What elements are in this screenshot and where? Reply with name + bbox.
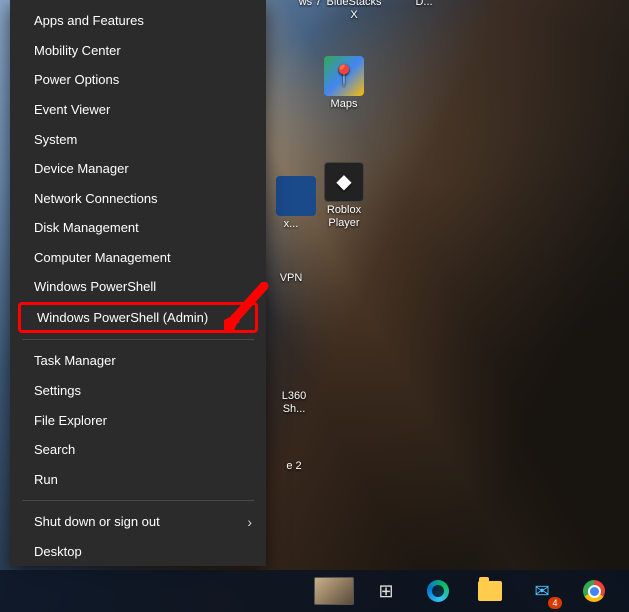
menu-item-disk-management[interactable]: Disk Management (10, 213, 266, 243)
menu-item-powershell[interactable]: Windows PowerShell (10, 272, 266, 302)
roblox-icon: ◆ (324, 162, 364, 202)
menu-item-file-explorer[interactable]: File Explorer (10, 405, 266, 435)
folder-icon (478, 579, 502, 603)
menu-item-label: Event Viewer (34, 102, 252, 117)
menu-item-label: Disk Management (34, 220, 252, 235)
menu-item-label: Settings (34, 383, 252, 398)
menu-item-label: Apps and Features (34, 13, 252, 28)
menu-item-network-connections[interactable]: Network Connections (10, 183, 266, 213)
menu-item-system[interactable]: System (10, 124, 266, 154)
menu-item-search[interactable]: Search (10, 435, 266, 465)
desktop-icon-label: x... (284, 218, 299, 230)
menu-item-label: Shut down or sign out (34, 514, 247, 529)
desktop-icon-label: Maps (331, 98, 358, 110)
desktop-icon-label: e 2 (286, 460, 301, 472)
menu-item-label: System (34, 132, 252, 147)
menu-item-label: Desktop (34, 544, 252, 559)
taskbar: ⊞ ✉ 4 (0, 570, 629, 612)
taskbar-edge[interactable] (414, 571, 462, 611)
desktop-icon[interactable]: BlueStacks X (324, 0, 384, 21)
menu-item-label: Computer Management (34, 250, 252, 265)
window-thumbnail-icon (314, 577, 354, 605)
desktop-icon-label: ws 7 (299, 0, 322, 8)
taskbar-task-view[interactable]: ⊞ (362, 571, 410, 611)
menu-item-computer-management[interactable]: Computer Management (10, 243, 266, 273)
menu-item-task-manager[interactable]: Task Manager (10, 346, 266, 376)
desktop-icon-label: Roblox Player (327, 204, 361, 229)
menu-item-shutdown-signout[interactable]: Shut down or sign out › (10, 507, 266, 537)
desktop-icon-label: L360 (282, 390, 306, 402)
desktop-icon[interactable]: e 2 (274, 460, 314, 473)
menu-item-label: Mobility Center (34, 43, 252, 58)
menu-item-label: Search (34, 442, 252, 457)
menu-item-label: Windows PowerShell (Admin) (37, 310, 241, 325)
menu-item-label: Network Connections (34, 191, 252, 206)
menu-item-label: Windows PowerShell (34, 279, 252, 294)
taskbar-file-explorer[interactable] (466, 571, 514, 611)
menu-item-label: Power Options (34, 72, 252, 87)
desktop-icon-label: BlueStacks X (326, 0, 381, 21)
desktop-icon[interactable]: D... (394, 0, 454, 9)
desktop-icon-vpn[interactable]: VPN (270, 272, 312, 285)
menu-item-mobility-center[interactable]: Mobility Center (10, 36, 266, 66)
desktop-icon[interactable]: x... (276, 176, 306, 231)
desktop-icon[interactable]: L360 Sh... (272, 390, 316, 415)
desktop-icon-maps[interactable]: 📍 Maps (314, 56, 374, 111)
desktop-icon-label: VPN (280, 272, 303, 284)
app-icon (276, 176, 316, 216)
chevron-right-icon: › (247, 514, 252, 530)
menu-item-powershell-admin[interactable]: Windows PowerShell (Admin) (18, 302, 258, 333)
menu-item-run[interactable]: Run (10, 464, 266, 494)
map-pin-icon: 📍 (324, 56, 364, 96)
menu-item-label: Run (34, 472, 252, 487)
chrome-icon (582, 579, 606, 603)
menu-separator (22, 500, 254, 501)
edge-icon (426, 579, 450, 603)
menu-item-device-manager[interactable]: Device Manager (10, 154, 266, 184)
menu-item-label: Task Manager (34, 353, 252, 368)
menu-separator (22, 339, 254, 340)
taskbar-mail[interactable]: ✉ 4 (518, 571, 566, 611)
notification-badge: 4 (548, 597, 562, 609)
task-view-icon: ⊞ (374, 579, 398, 603)
menu-item-power-options[interactable]: Power Options (10, 65, 266, 95)
taskbar-thumbnail[interactable] (310, 571, 358, 611)
taskbar-chrome[interactable] (570, 571, 618, 611)
menu-item-apps-features[interactable]: Apps and Features (10, 6, 266, 36)
desktop-icon-roblox[interactable]: ◆ Roblox Player (314, 162, 374, 229)
menu-item-settings[interactable]: Settings (10, 376, 266, 406)
winx-context-menu: Apps and Features Mobility Center Power … (10, 0, 266, 566)
menu-item-desktop[interactable]: Desktop (10, 536, 266, 566)
desktop-icon-label: Sh... (283, 403, 306, 415)
desktop-icon-label: D... (415, 0, 432, 8)
menu-item-event-viewer[interactable]: Event Viewer (10, 95, 266, 125)
menu-item-label: File Explorer (34, 413, 252, 428)
menu-item-label: Device Manager (34, 161, 252, 176)
